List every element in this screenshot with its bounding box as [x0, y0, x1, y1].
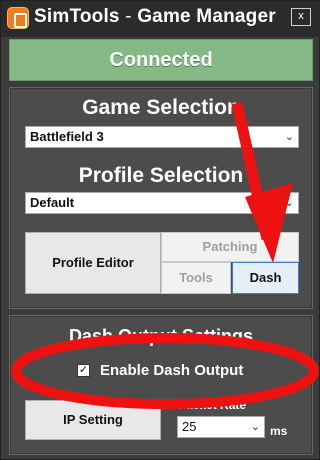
game-selection-heading: Game Selection [82, 96, 240, 119]
title-manager: Manager [190, 6, 276, 27]
close-icon: x [298, 10, 304, 22]
dash-button[interactable]: Dash [232, 262, 299, 294]
close-button[interactable]: x [291, 8, 311, 26]
packet-rate-value: 25 [182, 419, 197, 434]
packet-rate-unit: ms [270, 424, 288, 438]
patching-button[interactable]: Patching [161, 232, 299, 262]
title-game: Game [137, 6, 191, 27]
chevron-down-icon: ⌄ [250, 421, 260, 433]
ip-setting-button[interactable]: IP Setting [25, 400, 161, 440]
enable-dash-output-label[interactable]: Enable Dash Output [100, 362, 243, 379]
profile-selection-heading: Profile Selection [78, 164, 244, 187]
packet-rate-label: Packet Rate [178, 398, 247, 412]
selection-panel: Game Selection Battlefield 3 ⌄ Profile S… [9, 87, 313, 309]
game-manager-window: SimTools - Game Manager x Connected Game… [0, 0, 320, 460]
chevron-down-icon: ⌄ [284, 131, 294, 143]
packet-rate-select[interactable]: 25 ⌄ [177, 416, 265, 438]
dash-output-panel: Dash Output Settings ✓ Enable Dash Outpu… [9, 315, 313, 455]
profile-select[interactable]: Default ⌄ [25, 192, 299, 214]
tools-button[interactable]: Tools [161, 262, 231, 294]
game-select-value: Battlefield 3 [30, 129, 104, 144]
title-app-name: SimTools [34, 6, 120, 27]
game-select[interactable]: Battlefield 3 ⌄ [25, 126, 299, 148]
title-separator: - [119, 6, 138, 27]
checkmark-icon: ✓ [78, 364, 89, 376]
window-title: SimTools - Game Manager [34, 6, 276, 28]
profile-select-value: Default [30, 195, 75, 210]
profile-editor-button[interactable]: Profile Editor [25, 232, 161, 294]
enable-dash-output-checkbox[interactable]: ✓ [77, 364, 90, 377]
app-icon [7, 7, 29, 29]
connection-status-banner: Connected [9, 39, 313, 81]
title-bar[interactable]: SimTools - Game Manager x [1, 1, 320, 37]
chevron-down-icon: ⌄ [284, 197, 294, 209]
dash-output-heading: Dash Output Settings [69, 326, 253, 346]
